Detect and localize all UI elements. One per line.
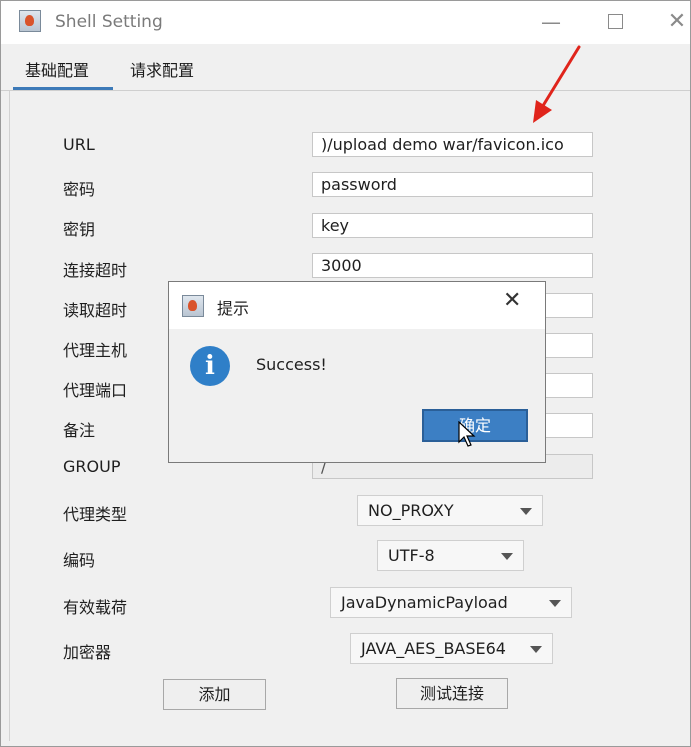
annotation-arrow-icon [533, 45, 581, 123]
